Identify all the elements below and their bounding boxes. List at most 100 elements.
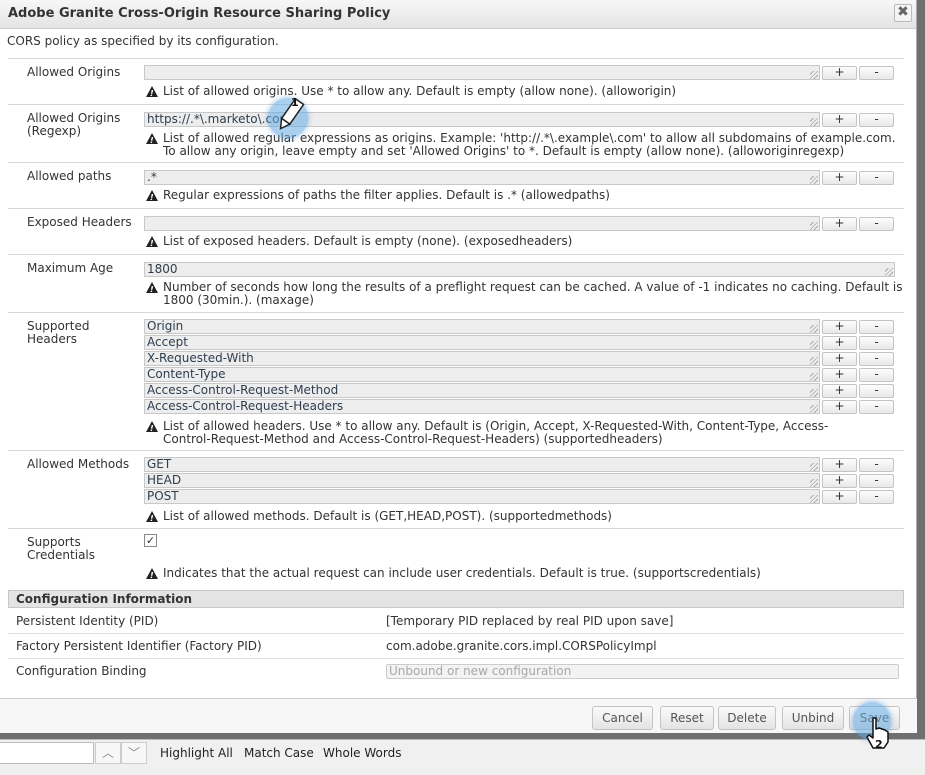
field-allowed-origins: Allowed Origins + - List of allowed orig… [8,58,904,104]
add-value-button[interactable]: + [822,66,857,80]
allowed-method-input[interactable]: GET [144,457,820,472]
field-hint: List of allowed regular expressions as o… [144,132,899,158]
warning-icon [146,133,158,147]
field-allowed-paths: Allowed paths .* + - Regular expressions… [8,162,904,208]
remove-value-button[interactable]: - [859,171,894,185]
pid-value: [Temporary PID replaced by real PID upon… [386,614,674,628]
add-value-button[interactable]: + [822,352,857,366]
dialog-titlebar: Adobe Granite Cross-Origin Resource Shar… [0,0,916,29]
warning-icon [146,190,158,204]
dialog-description: CORS policy as specified by its configur… [7,34,279,48]
remove-value-button[interactable]: - [859,336,894,350]
field-hint: List of allowed methods. Default is (GET… [144,510,899,525]
step-1-number: 1 [291,96,299,109]
config-binding-row: Configuration Binding Unbound or new con… [8,659,904,684]
unbind-button[interactable]: Unbind [782,706,844,730]
step-2-number: 2 [875,738,883,751]
find-previous-icon[interactable]: ︿ [95,742,121,764]
remove-value-button[interactable]: - [859,66,894,80]
field-hint: List of allowed headers. Use * to allow … [144,420,874,446]
allowed-method-input[interactable]: HEAD [144,473,820,488]
add-value-button[interactable]: + [822,217,857,231]
field-label: Maximum Age [27,261,114,275]
add-value-button[interactable]: + [822,400,857,414]
allowed-paths-input[interactable]: .* [144,170,820,185]
config-info-heading: Configuration Information [8,590,904,608]
add-value-button[interactable]: + [822,490,857,504]
whole-words-option[interactable]: Whole Words [323,746,401,760]
binding-input[interactable]: Unbound or new configuration [386,664,899,679]
field-hint: List of allowed origins. Use * to allow … [144,85,904,100]
add-value-button[interactable]: + [822,474,857,488]
dialog-footer: Cancel Reset Delete Unbind Save [0,698,917,733]
binding-label: Configuration Binding [16,664,147,678]
add-value-button[interactable]: + [822,171,857,185]
config-factory-pid-row: Factory Persistent Identifier (Factory P… [8,634,904,659]
field-label: Allowed Origins (Regexp) [27,111,121,138]
add-value-button[interactable]: + [822,384,857,398]
factory-pid-value: com.adobe.granite.cors.impl.CORSPolicyIm… [386,639,657,653]
field-label: Exposed Headers [27,215,132,229]
warning-icon [146,282,158,296]
field-supported-headers: Supported Headers Origin + - Accept + - … [8,312,904,450]
field-hint: List of exposed headers. Default is empt… [144,235,899,250]
remove-value-button[interactable]: - [859,400,894,414]
field-hint: Regular expressions of paths the filter … [144,189,899,204]
exposed-headers-input[interactable] [144,216,820,231]
supported-header-input[interactable]: Accept [144,335,820,350]
warning-icon [146,236,158,250]
warning-icon [146,86,158,100]
factory-pid-label: Factory Persistent Identifier (Factory P… [16,639,262,653]
config-pid-row: Persistent Identity (PID) [Temporary PID… [8,609,904,634]
warning-icon [146,511,158,525]
reset-button[interactable]: Reset [660,706,714,730]
supported-header-input[interactable]: X-Requested-With [144,351,820,366]
add-value-button[interactable]: + [822,368,857,382]
supported-header-input[interactable]: Content-Type [144,367,820,382]
remove-value-button[interactable]: - [859,320,894,334]
remove-value-button[interactable]: - [859,384,894,398]
pencil-icon [279,98,305,130]
remove-value-button[interactable]: - [859,474,894,488]
step-2-marker: 2 [853,702,891,751]
supported-header-input[interactable]: Access-Control-Request-Headers [144,399,820,414]
allowed-method-input[interactable]: POST [144,489,820,504]
field-hint: Number of seconds how long the results o… [144,281,904,307]
remove-value-button[interactable]: - [859,458,894,472]
field-allowed-methods: Allowed Methods GET + - HEAD + - POST + … [8,450,904,528]
add-value-button[interactable]: + [822,320,857,334]
dialog-title: Adobe Granite Cross-Origin Resource Shar… [8,6,391,21]
remove-value-button[interactable]: - [859,352,894,366]
warning-icon [146,421,158,435]
close-icon[interactable]: ✖ [894,4,912,22]
cancel-button[interactable]: Cancel [592,706,653,730]
remove-value-button[interactable]: - [859,490,894,504]
field-supports-credentials: Supports Credentials ✓ Indicates that th… [8,528,904,586]
field-label: Supports Credentials [27,535,96,562]
find-bar: ︿ ﹀ Highlight All Match Case Whole Words [0,739,925,775]
remove-value-button[interactable]: - [859,217,894,231]
remove-value-button[interactable]: - [859,368,894,382]
add-value-button[interactable]: + [822,336,857,350]
add-value-button[interactable]: + [822,458,857,472]
find-next-icon[interactable]: ﹀ [121,742,147,764]
supported-header-input[interactable]: Access-Control-Request-Method [144,383,820,398]
field-label: Supported Headers [27,319,90,346]
find-input[interactable] [0,742,94,764]
supports-credentials-checkbox[interactable]: ✓ [144,534,157,547]
remove-value-button[interactable]: - [859,113,894,127]
pid-label: Persistent Identity (PID) [16,614,159,628]
add-value-button[interactable]: + [822,113,857,127]
delete-button[interactable]: Delete [718,706,776,730]
field-hint: Indicates that the actual request can in… [144,567,899,582]
field-label: Allowed Methods [27,457,130,471]
cors-policy-dialog: Adobe Granite Cross-Origin Resource Shar… [0,0,917,733]
field-maximum-age: Maximum Age 1800 Number of seconds how l… [8,254,904,312]
field-exposed-headers: Exposed Headers + - List of exposed head… [8,208,904,254]
allowed-origins-input[interactable] [144,65,820,80]
allowed-origins-regexp-input[interactable]: https://.*\.marketo\.com [144,112,820,127]
highlight-all-option[interactable]: Highlight All [160,746,233,760]
match-case-option[interactable]: Match Case [244,746,314,760]
maximum-age-input[interactable]: 1800 [144,262,895,277]
supported-header-input[interactable]: Origin [144,319,820,334]
